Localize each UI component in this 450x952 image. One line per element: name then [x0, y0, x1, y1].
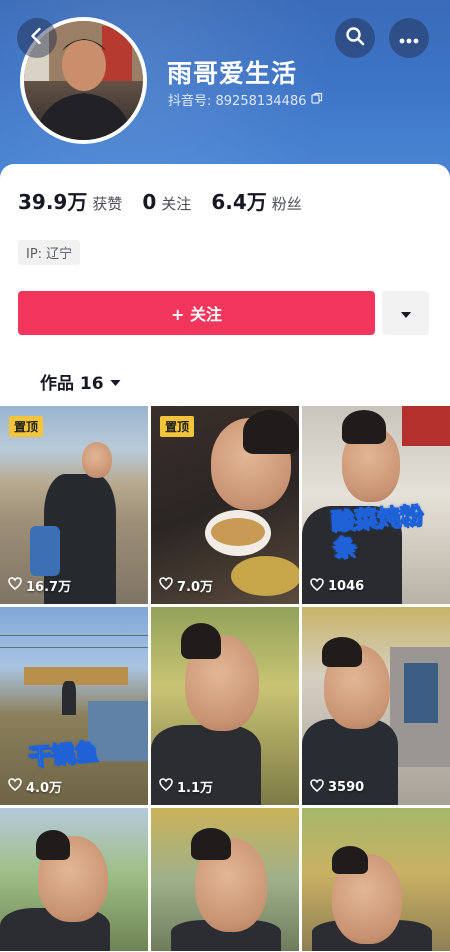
video-tile[interactable]: 1.1万: [151, 607, 299, 805]
like-count-text: 1.1万: [177, 781, 214, 796]
video-thumbnail: [151, 808, 299, 951]
stat-likes-label: 获赞: [92, 195, 123, 213]
chevron-down-icon: [110, 372, 121, 392]
video-thumbnail: [302, 808, 450, 951]
profile-header: 雨哥爱生活 抖音号: 89258134486: [0, 0, 450, 180]
back-arrow-icon: [28, 27, 46, 49]
video-like-count: 1046: [310, 578, 364, 595]
heart-outline-icon: [159, 577, 173, 594]
heart-outline-icon: [8, 778, 22, 795]
nickname: 雨哥爱生活: [167, 59, 298, 88]
more-dots-icon: [399, 29, 419, 48]
video-caption-overlay: 酸菜炖粉条: [330, 502, 425, 563]
video-like-count: 16.7万: [8, 576, 71, 595]
video-grid: 置顶 16.7万 置顶 7.0万 酸菜炖粉条 1046 干锅鱼 4.0万 1.1…: [0, 406, 450, 951]
video-tile[interactable]: 置顶 7.0万: [151, 406, 299, 604]
more-options-dropdown[interactable]: [382, 291, 429, 335]
video-thumbnail: [0, 607, 148, 805]
video-like-count: 4.0万: [8, 777, 62, 796]
video-tile[interactable]: [0, 808, 148, 951]
video-caption-overlay: 干锅鱼: [27, 739, 99, 772]
video-tile[interactable]: 3590: [302, 607, 450, 805]
video-thumbnail: [302, 607, 450, 805]
stat-followers[interactable]: 6.4万 粉丝: [211, 186, 301, 215]
video-tile[interactable]: [302, 808, 450, 951]
like-count-text: 1046: [328, 579, 365, 594]
heart-outline-icon: [310, 578, 324, 595]
video-tile[interactable]: 酸菜炖粉条 1046: [302, 406, 450, 604]
like-count-text: 4.0万: [26, 781, 63, 796]
video-thumbnail: [0, 808, 148, 951]
chevron-down-icon: [400, 304, 412, 323]
video-like-count: 7.0万: [159, 576, 213, 595]
search-button[interactable]: [335, 18, 375, 58]
back-button[interactable]: [17, 18, 57, 58]
stat-likes-value: 39.9万: [18, 190, 88, 214]
video-tile[interactable]: 干锅鱼 4.0万: [0, 607, 148, 805]
douyin-id-text: 抖音号: 89258134486: [168, 94, 307, 109]
heart-outline-icon: [310, 779, 324, 796]
video-tile[interactable]: 置顶 16.7万: [0, 406, 148, 604]
heart-outline-icon: [8, 577, 22, 594]
ip-location-tag: IP: 辽宁: [18, 240, 81, 265]
video-thumbnail: [302, 406, 450, 604]
stat-followers-value: 6.4万: [211, 190, 267, 214]
stat-following-label: 关注: [161, 195, 192, 213]
follow-button-label: + 关注: [171, 305, 222, 324]
douyin-id[interactable]: 抖音号: 89258134486: [168, 90, 323, 109]
more-button[interactable]: [389, 18, 429, 58]
stat-followers-label: 粉丝: [271, 195, 302, 213]
video-thumbnail: [151, 607, 299, 805]
stat-following-value: 0: [142, 190, 157, 214]
like-count-text: 3590: [328, 780, 365, 795]
like-count-text: 16.7万: [26, 580, 72, 595]
video-like-count: 1.1万: [159, 777, 213, 796]
search-icon: [345, 26, 365, 50]
pinned-badge: 置顶: [9, 416, 44, 437]
tab-works-label: 作品 16: [40, 374, 104, 394]
like-count-text: 7.0万: [177, 580, 214, 595]
stat-likes[interactable]: 39.9万 获赞: [18, 186, 122, 215]
stat-following[interactable]: 0 关注: [142, 190, 191, 214]
video-like-count: 3590: [310, 779, 364, 796]
video-tile[interactable]: [151, 808, 299, 951]
copy-icon[interactable]: [310, 92, 323, 108]
tab-works[interactable]: 作品 16: [40, 369, 121, 394]
follow-button[interactable]: + 关注: [18, 291, 375, 335]
profile-stats: 39.9万 获赞 0 关注 6.4万 粉丝: [18, 186, 322, 215]
heart-outline-icon: [159, 778, 173, 795]
pinned-badge: 置顶: [160, 416, 195, 437]
